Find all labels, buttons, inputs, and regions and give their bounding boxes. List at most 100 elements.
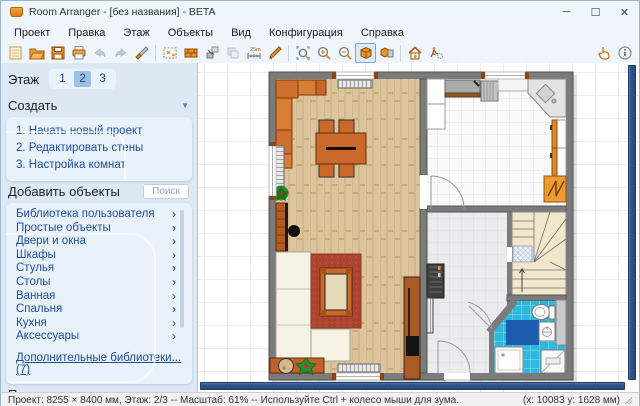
interior-wall[interactable] xyxy=(489,328,494,373)
open-project-icon[interactable] xyxy=(26,43,47,63)
redo-icon[interactable] xyxy=(110,43,131,63)
status-cursor-coords: (x: 10083 y: 1628 мм) xyxy=(523,395,620,406)
menu-floor[interactable]: Этаж xyxy=(114,25,158,41)
status-bar: Проект: 8255 × 8400 мм, Этаж: 2/3 -- Мас… xyxy=(1,392,639,406)
category-accessories[interactable]: Аксессуары xyxy=(16,330,176,344)
svg-text:25m: 25m xyxy=(250,47,261,53)
category-chairs[interactable]: Стулья xyxy=(16,262,176,276)
kitchen-counter[interactable] xyxy=(498,79,528,91)
toilet[interactable] xyxy=(532,305,555,320)
collapse-triangle-icon[interactable]: ▼ xyxy=(181,390,189,392)
sidebar: Этаж 1 2 3 Создать ▼ 1. Начать новый про… xyxy=(1,63,198,392)
sideboard-bottom[interactable] xyxy=(270,358,324,374)
menu-bar: Проект Правка Этаж Объекты Вид Конфигура… xyxy=(1,23,639,42)
link-room-setup[interactable]: 3. Настройка комнат xyxy=(16,157,184,174)
create-section-header[interactable]: Создать ▼ xyxy=(6,95,192,117)
close-button[interactable]: ✕ xyxy=(610,1,639,23)
format-brush-icon[interactable] xyxy=(131,43,152,63)
toolbar: 25m xyxy=(1,42,639,63)
object-categories-panel: Библиотека пользователя Простые объекты … xyxy=(6,203,192,384)
interior-wall[interactable] xyxy=(427,206,566,212)
bathroom-sink[interactable] xyxy=(539,322,555,341)
category-doors-windows[interactable]: Двери и окна xyxy=(16,235,176,249)
menu-view[interactable]: Вид xyxy=(222,25,260,41)
link-new-project[interactable]: 1. Начать новый проект xyxy=(16,123,184,140)
title-bar: Room Arranger - [без названия] - BETA ─ … xyxy=(1,1,639,23)
zoom-in-icon[interactable] xyxy=(313,43,334,63)
floor-tab-1[interactable]: 1 xyxy=(54,71,71,87)
floor-tab-3[interactable]: 3 xyxy=(94,71,111,87)
tools-icon[interactable] xyxy=(264,43,285,63)
resize-grip[interactable] xyxy=(625,397,632,404)
bath-rug[interactable] xyxy=(506,320,539,345)
pouf[interactable] xyxy=(288,225,300,237)
washing-machine[interactable] xyxy=(541,350,565,373)
tv[interactable] xyxy=(406,336,419,356)
undo-icon[interactable] xyxy=(89,43,110,63)
category-list-scrollbar[interactable] xyxy=(180,210,184,328)
print-icon[interactable] xyxy=(68,43,89,63)
radiator[interactable] xyxy=(276,146,284,188)
flooring-icon[interactable] xyxy=(180,43,201,63)
add-objects-section-header[interactable]: Добавить объекты Поиск xyxy=(6,181,192,203)
radiator[interactable] xyxy=(338,364,380,372)
dining-table[interactable] xyxy=(316,133,366,164)
interior-wall[interactable] xyxy=(420,79,427,175)
move-objects-icon[interactable] xyxy=(201,43,222,63)
zoom-out-icon[interactable] xyxy=(334,43,355,63)
bookshelf[interactable] xyxy=(276,203,288,251)
menu-edit[interactable]: Правка xyxy=(59,25,114,41)
create-panel: 1. Начать новый проект 2. Редактировать … xyxy=(6,117,192,181)
copy-objects-icon[interactable] xyxy=(222,43,243,63)
kitchen-wall-cabinets[interactable] xyxy=(551,120,566,176)
sideboard-top[interactable] xyxy=(276,80,326,98)
category-simple-objects[interactable]: Простые объекты xyxy=(16,222,176,236)
shower[interactable] xyxy=(495,347,523,373)
minimize-button[interactable]: ─ xyxy=(552,1,581,23)
edit-section-header[interactable]: Правка ▼ xyxy=(6,384,192,392)
kitchen-sink[interactable] xyxy=(481,81,498,101)
new-project-icon[interactable] xyxy=(5,43,26,63)
maximize-button[interactable]: ☐ xyxy=(581,1,610,23)
measure-icon[interactable]: 25m xyxy=(243,43,264,63)
info-icon[interactable] xyxy=(614,43,635,63)
menu-project[interactable]: Проект xyxy=(5,25,59,41)
stove[interactable] xyxy=(445,80,480,97)
link-edit-walls[interactable]: 2. Редактировать стены xyxy=(16,140,184,157)
horizontal-scrollbar[interactable] xyxy=(200,382,625,390)
bathroom-counter[interactable] xyxy=(556,300,566,345)
floor-plan-icon[interactable] xyxy=(159,43,180,63)
zoom-window-icon[interactable] xyxy=(292,43,313,63)
menu-help[interactable]: Справка xyxy=(352,25,413,41)
vertical-scrollbar[interactable] xyxy=(628,65,636,380)
floor-tab-2[interactable]: 2 xyxy=(74,71,91,87)
house-view-icon[interactable] xyxy=(404,43,425,63)
category-kitchen[interactable]: Кухня xyxy=(16,317,176,331)
save-icon[interactable] xyxy=(47,43,68,63)
view-3d-objects-icon[interactable] xyxy=(376,43,397,63)
more-libraries-link[interactable]: Дополнительные библиотеки... (7) xyxy=(16,352,184,376)
interior-wall[interactable] xyxy=(420,209,427,373)
view-3d-icon[interactable] xyxy=(355,43,376,63)
floor-plan-canvas[interactable] xyxy=(198,63,639,392)
floor-label: Этаж xyxy=(8,72,39,87)
walkthrough-settings-icon[interactable] xyxy=(425,43,446,63)
category-user-library[interactable]: Библиотека пользователя xyxy=(16,208,176,222)
menu-objects[interactable]: Объекты xyxy=(159,25,222,41)
stairs[interactable] xyxy=(512,212,566,295)
pointer-mode-icon[interactable] xyxy=(593,43,614,63)
category-bedroom[interactable]: Спальня xyxy=(16,303,176,317)
interior-wall[interactable] xyxy=(507,212,512,246)
menu-configuration[interactable]: Конфигурация xyxy=(260,25,352,41)
window-title: Room Arranger - [без названия] - BETA xyxy=(29,6,216,18)
coffee-table[interactable] xyxy=(320,268,352,316)
fridge[interactable] xyxy=(544,176,566,202)
search-input[interactable]: Поиск xyxy=(143,184,189,199)
tv-cabinet[interactable] xyxy=(404,277,420,379)
category-tables[interactable]: Столы xyxy=(16,276,176,290)
category-wardrobes[interactable]: Шкафы xyxy=(16,249,176,263)
category-bathroom[interactable]: Ванная xyxy=(16,290,176,304)
app-icon xyxy=(10,7,23,17)
radiator[interactable] xyxy=(338,80,372,88)
collapse-triangle-icon[interactable]: ▼ xyxy=(181,101,189,110)
